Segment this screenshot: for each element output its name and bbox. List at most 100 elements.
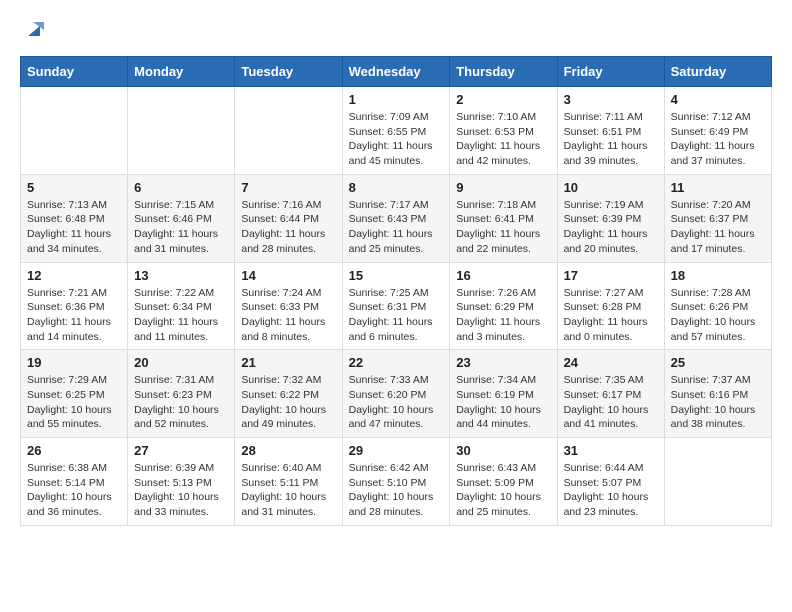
day-cell: 23Sunrise: 7:34 AM Sunset: 6:19 PM Dayli… [450, 350, 557, 438]
day-cell: 20Sunrise: 7:31 AM Sunset: 6:23 PM Dayli… [128, 350, 235, 438]
weekday-header-wednesday: Wednesday [342, 57, 450, 87]
day-info: Sunrise: 6:43 AM Sunset: 5:09 PM Dayligh… [456, 461, 550, 520]
day-cell: 17Sunrise: 7:27 AM Sunset: 6:28 PM Dayli… [557, 262, 664, 350]
day-number: 24 [564, 355, 658, 370]
day-info: Sunrise: 7:19 AM Sunset: 6:39 PM Dayligh… [564, 198, 658, 257]
day-info: Sunrise: 7:25 AM Sunset: 6:31 PM Dayligh… [349, 286, 444, 345]
day-info: Sunrise: 6:38 AM Sunset: 5:14 PM Dayligh… [27, 461, 121, 520]
week-row-4: 19Sunrise: 7:29 AM Sunset: 6:25 PM Dayli… [21, 350, 772, 438]
day-cell: 31 Sunrise: 6:44 AM Sunset: 5:07 PM Dayli… [557, 438, 664, 526]
day-info: Sunrise: 7:33 AM Sunset: 6:20 PM Dayligh… [349, 373, 444, 432]
day-cell: 16Sunrise: 7:26 AM Sunset: 6:29 PM Dayli… [450, 262, 557, 350]
day-number: 2 [456, 92, 550, 107]
day-cell: 4 Sunrise: 7:12 AM Sunset: 6:49 PM Daylig… [664, 87, 771, 175]
day-cell [128, 87, 235, 175]
day-number: 27 [134, 443, 228, 458]
weekday-header-tuesday: Tuesday [235, 57, 342, 87]
day-info: Sunrise: 7:10 AM Sunset: 6:53 PM Dayligh… [456, 110, 550, 169]
day-number: 11 [671, 180, 765, 195]
day-cell [235, 87, 342, 175]
day-number: 30 [456, 443, 550, 458]
day-info: Sunrise: 6:44 AM Sunset: 5:07 PM Dayligh… [564, 461, 658, 520]
day-cell: 8 Sunrise: 7:17 AM Sunset: 6:43 PM Daylig… [342, 174, 450, 262]
day-info: Sunrise: 6:42 AM Sunset: 5:10 PM Dayligh… [349, 461, 444, 520]
day-number: 1 [349, 92, 444, 107]
day-number: 21 [241, 355, 335, 370]
day-info: Sunrise: 7:09 AM Sunset: 6:55 PM Dayligh… [349, 110, 444, 169]
day-cell: 29 Sunrise: 6:42 AM Sunset: 5:10 PM Dayli… [342, 438, 450, 526]
day-cell [21, 87, 128, 175]
calendar-table: SundayMondayTuesdayWednesdayThursdayFrid… [20, 56, 772, 526]
day-cell: 22 Sunrise: 7:33 AM Sunset: 6:20 PM Dayli… [342, 350, 450, 438]
day-cell: 3 Sunrise: 7:11 AM Sunset: 6:51 PM Daylig… [557, 87, 664, 175]
day-cell: 15 Sunrise: 7:25 AM Sunset: 6:31 PM Dayli… [342, 262, 450, 350]
day-number: 29 [349, 443, 444, 458]
day-number: 14 [241, 268, 335, 283]
day-number: 13 [134, 268, 228, 283]
day-info: Sunrise: 7:12 AM Sunset: 6:49 PM Dayligh… [671, 110, 765, 169]
week-row-5: 26 Sunrise: 6:38 AM Sunset: 5:14 PM Dayli… [21, 438, 772, 526]
day-number: 17 [564, 268, 658, 283]
day-cell: 6Sunrise: 7:15 AM Sunset: 6:46 PM Daylig… [128, 174, 235, 262]
day-info: Sunrise: 7:28 AM Sunset: 6:26 PM Dayligh… [671, 286, 765, 345]
day-number: 12 [27, 268, 121, 283]
day-number: 22 [349, 355, 444, 370]
day-number: 26 [27, 443, 121, 458]
day-number: 7 [241, 180, 335, 195]
day-number: 31 [564, 443, 658, 458]
day-info: Sunrise: 7:24 AM Sunset: 6:33 PM Dayligh… [241, 286, 335, 345]
day-number: 25 [671, 355, 765, 370]
day-cell: 7 Sunrise: 7:16 AM Sunset: 6:44 PM Daylig… [235, 174, 342, 262]
day-cell: 14 Sunrise: 7:24 AM Sunset: 6:33 PM Dayli… [235, 262, 342, 350]
day-number: 4 [671, 92, 765, 107]
day-info: Sunrise: 7:26 AM Sunset: 6:29 PM Dayligh… [456, 286, 550, 345]
weekday-header-saturday: Saturday [664, 57, 771, 87]
day-info: Sunrise: 6:40 AM Sunset: 5:11 PM Dayligh… [241, 461, 335, 520]
day-number: 5 [27, 180, 121, 195]
day-number: 18 [671, 268, 765, 283]
day-number: 19 [27, 355, 121, 370]
weekday-header-thursday: Thursday [450, 57, 557, 87]
weekday-header-row: SundayMondayTuesdayWednesdayThursdayFrid… [21, 57, 772, 87]
day-cell: 19Sunrise: 7:29 AM Sunset: 6:25 PM Dayli… [21, 350, 128, 438]
day-info: Sunrise: 7:37 AM Sunset: 6:16 PM Dayligh… [671, 373, 765, 432]
day-info: Sunrise: 7:17 AM Sunset: 6:43 PM Dayligh… [349, 198, 444, 257]
day-cell: 24 Sunrise: 7:35 AM Sunset: 6:17 PM Dayli… [557, 350, 664, 438]
day-number: 9 [456, 180, 550, 195]
day-number: 6 [134, 180, 228, 195]
day-info: Sunrise: 7:18 AM Sunset: 6:41 PM Dayligh… [456, 198, 550, 257]
day-cell: 1 Sunrise: 7:09 AM Sunset: 6:55 PM Daylig… [342, 87, 450, 175]
day-info: Sunrise: 7:35 AM Sunset: 6:17 PM Dayligh… [564, 373, 658, 432]
day-number: 8 [349, 180, 444, 195]
day-number: 28 [241, 443, 335, 458]
week-row-1: 1 Sunrise: 7:09 AM Sunset: 6:55 PM Daylig… [21, 87, 772, 175]
weekday-header-sunday: Sunday [21, 57, 128, 87]
day-cell: 12 Sunrise: 7:21 AM Sunset: 6:36 PM Dayli… [21, 262, 128, 350]
logo [20, 20, 44, 40]
day-info: Sunrise: 7:21 AM Sunset: 6:36 PM Dayligh… [27, 286, 121, 345]
day-cell: 30 Sunrise: 6:43 AM Sunset: 5:09 PM Dayli… [450, 438, 557, 526]
weekday-header-friday: Friday [557, 57, 664, 87]
day-info: Sunrise: 7:13 AM Sunset: 6:48 PM Dayligh… [27, 198, 121, 257]
weekday-header-monday: Monday [128, 57, 235, 87]
day-cell: 21 Sunrise: 7:32 AM Sunset: 6:22 PM Dayli… [235, 350, 342, 438]
day-cell: 2 Sunrise: 7:10 AM Sunset: 6:53 PM Daylig… [450, 87, 557, 175]
day-number: 3 [564, 92, 658, 107]
day-info: Sunrise: 7:22 AM Sunset: 6:34 PM Dayligh… [134, 286, 228, 345]
day-cell: 28 Sunrise: 6:40 AM Sunset: 5:11 PM Dayli… [235, 438, 342, 526]
logo-icon [22, 18, 44, 40]
day-cell: 13 Sunrise: 7:22 AM Sunset: 6:34 PM Dayli… [128, 262, 235, 350]
day-info: Sunrise: 7:11 AM Sunset: 6:51 PM Dayligh… [564, 110, 658, 169]
day-cell: 9 Sunrise: 7:18 AM Sunset: 6:41 PM Daylig… [450, 174, 557, 262]
day-number: 10 [564, 180, 658, 195]
page-header [20, 20, 772, 40]
day-cell: 27Sunrise: 6:39 AM Sunset: 5:13 PM Dayli… [128, 438, 235, 526]
day-info: Sunrise: 7:16 AM Sunset: 6:44 PM Dayligh… [241, 198, 335, 257]
day-info: Sunrise: 7:31 AM Sunset: 6:23 PM Dayligh… [134, 373, 228, 432]
day-cell: 10 Sunrise: 7:19 AM Sunset: 6:39 PM Dayli… [557, 174, 664, 262]
day-info: Sunrise: 7:20 AM Sunset: 6:37 PM Dayligh… [671, 198, 765, 257]
day-cell: 25 Sunrise: 7:37 AM Sunset: 6:16 PM Dayli… [664, 350, 771, 438]
day-info: Sunrise: 7:32 AM Sunset: 6:22 PM Dayligh… [241, 373, 335, 432]
day-number: 23 [456, 355, 550, 370]
day-number: 15 [349, 268, 444, 283]
